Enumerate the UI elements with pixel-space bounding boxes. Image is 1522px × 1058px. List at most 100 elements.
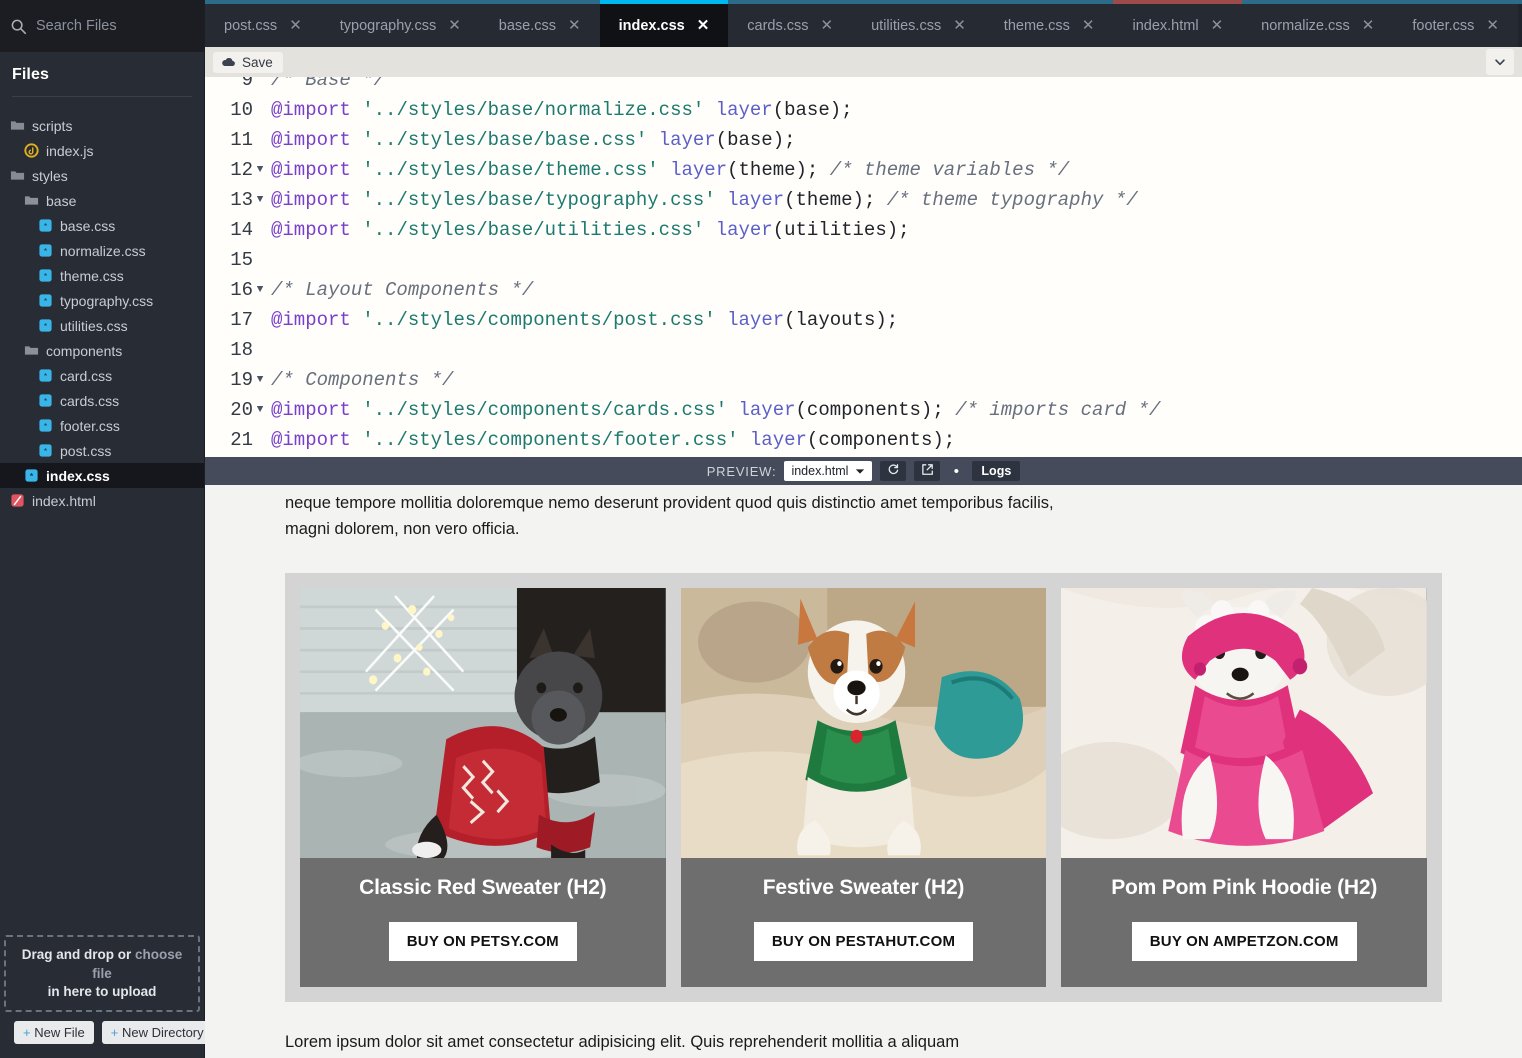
file-tree-item-label: index.html (32, 494, 96, 508)
plus-icon: + (23, 1025, 31, 1040)
close-icon[interactable]: ✕ (1362, 18, 1375, 33)
editor-tab-post-css[interactable]: post.css✕ (205, 0, 321, 47)
line-number: 10 (205, 95, 253, 125)
close-icon[interactable]: ✕ (1082, 18, 1095, 33)
close-icon[interactable]: ✕ (1486, 18, 1499, 33)
close-icon[interactable]: ✕ (697, 18, 710, 33)
editor-tab-utilities-css[interactable]: utilities.css✕ (852, 0, 985, 47)
product-image (681, 588, 1047, 858)
css-file-icon: * (38, 418, 53, 433)
product-card: Classic Red Sweater (H2)BUY ON PETSY.COM (300, 588, 666, 987)
product-card-body: Pom Pom Pink Hoodie (H2) BUY ON AMPETZON.… (1061, 858, 1427, 987)
file-tree-item-card-css[interactable]: *card.css (0, 363, 204, 388)
search-bar[interactable] (0, 0, 204, 52)
file-tree-item-index-html[interactable]: index.html (0, 488, 204, 513)
preview-pane[interactable]: neque tempore mollitia doloremque nemo d… (205, 485, 1522, 1058)
code-line: 14@import '../styles/base/utilities.css'… (205, 215, 1522, 245)
close-icon[interactable]: ✕ (953, 18, 966, 33)
editor-tab-label: theme.css (1004, 18, 1070, 34)
code-editor-app: Files scriptsindex.jsstylesbase*base.css… (0, 0, 1522, 1058)
line-number: 12 (205, 155, 253, 185)
file-tree-item-label: cards.css (60, 394, 119, 408)
preview-refresh-button[interactable] (880, 461, 906, 481)
chevron-down-icon (855, 464, 865, 478)
code-line: 13▼@import '../styles/base/typography.cs… (205, 185, 1522, 215)
file-tree-item-theme-css[interactable]: *theme.css (0, 263, 204, 288)
preview-open-external-button[interactable] (914, 461, 940, 481)
folder-icon (24, 193, 39, 208)
editor-tab-normalize-css[interactable]: normalize.css✕ (1242, 0, 1393, 47)
product-buy-button[interactable]: BUY ON PESTAHUT.COM (754, 922, 973, 961)
file-tree-item-scripts[interactable]: scripts (0, 113, 204, 138)
file-tree-item-base[interactable]: base (0, 188, 204, 213)
file-tree-item-index-css[interactable]: *index.css (0, 463, 204, 488)
file-tree-item-components[interactable]: components (0, 338, 204, 363)
fold-arrow-icon[interactable]: ▼ (253, 395, 267, 425)
line-number: 20 (205, 395, 253, 425)
code-line: 21 @import '../styles/components/footer.c… (205, 425, 1522, 455)
plus-icon: + (111, 1025, 119, 1040)
file-tree-item-label: scripts (32, 119, 72, 133)
close-icon[interactable]: ✕ (821, 18, 834, 33)
close-icon[interactable]: ✕ (1211, 18, 1224, 33)
editor-tab-footer-css[interactable]: footer.css ✕ (1393, 0, 1518, 47)
preview-status-dot: • (948, 463, 964, 480)
fold-arrow-icon[interactable]: ▼ (253, 185, 267, 215)
editor-tab-base-css[interactable]: base.css✕ (480, 0, 600, 47)
file-tree-item-utilities-css[interactable]: *utilities.css (0, 313, 204, 338)
editor-tab-theme-css[interactable]: theme.css ✕ (985, 0, 1114, 47)
file-tree-item-normalize-css[interactable]: *normalize.css (0, 238, 204, 263)
new-directory-button[interactable]: + New Directory (102, 1021, 213, 1044)
css-file-icon: * (38, 218, 53, 233)
save-button[interactable]: Save (213, 52, 283, 73)
file-tree-item-footer-css[interactable]: *footer.css (0, 413, 204, 438)
close-icon[interactable]: ✕ (289, 18, 302, 33)
product-card-body: Festive Sweater (H2)BUY ON PESTAHUT.COM (681, 858, 1047, 987)
file-tree-item-cards-css[interactable]: *cards.css (0, 388, 204, 413)
css-file-icon: * (38, 293, 53, 308)
editor-tab-index-html[interactable]: index.html ✕ (1113, 0, 1242, 47)
product-buy-button[interactable]: BUY ON AMPETZON.COM (1132, 922, 1357, 961)
line-number: 15 (205, 245, 253, 275)
fold-arrow-icon[interactable]: ▼ (253, 155, 267, 185)
line-number: 17 (205, 305, 253, 335)
file-tree-item-label: base.css (60, 219, 115, 233)
file-tree-item-base-css[interactable]: * base.css (0, 213, 204, 238)
preview-logs-button[interactable]: Logs (972, 461, 1020, 481)
refresh-icon (887, 463, 900, 479)
editor-tab-cards-css[interactable]: cards.css✕ (728, 0, 852, 47)
fold-arrow-icon[interactable]: ▼ (253, 275, 267, 305)
code-editor[interactable]: 9/* Base */10@import '../styles/base/nor… (205, 77, 1522, 457)
close-icon[interactable]: ✕ (448, 18, 461, 33)
file-tree-item-label: styles (32, 169, 68, 183)
file-tree-item-post-css[interactable]: *post.css (0, 438, 204, 463)
code-text: @import '../styles/components/footer.css… (267, 425, 955, 455)
code-text: @import '../styles/components/cards.css'… (267, 395, 1160, 425)
line-number: 21 (205, 425, 253, 455)
file-tree-item-typography-css[interactable]: *typography.css (0, 288, 204, 313)
line-number: 13 (205, 185, 253, 215)
product-buy-button[interactable]: BUY ON PETSY.COM (389, 922, 577, 961)
fold-arrow-icon[interactable]: ▼ (253, 365, 267, 395)
file-dropzone[interactable]: Drag and drop or choose file in here to … (4, 935, 200, 1012)
file-tree-item-styles[interactable]: styles (0, 163, 204, 188)
editor-tab-typography-css[interactable]: typography.css✕ (321, 0, 480, 47)
tab-overflow-chevron-down-icon[interactable] (1518, 0, 1522, 47)
close-icon[interactable]: ✕ (568, 18, 581, 33)
file-tree-item-index-js[interactable]: index.js (0, 138, 204, 163)
css-file-icon: * (38, 368, 53, 383)
preview-file-select[interactable]: index.html (784, 461, 872, 481)
product-card-title: Pom Pom Pink Hoodie (H2) (1071, 876, 1417, 900)
editor-tab-label: index.html (1132, 18, 1198, 34)
product-image (300, 588, 666, 858)
search-input[interactable] (36, 18, 194, 34)
editor-tab-index-css[interactable]: index.css✕ (600, 0, 729, 47)
editor-tab-label: footer.css (1412, 18, 1474, 34)
toolbar-overflow-chevron-down-icon[interactable] (1486, 49, 1514, 75)
editor-tab-strip: post.css✕typography.css✕base.css✕index.c… (205, 0, 1522, 47)
preview-scrollbar[interactable] (1515, 485, 1522, 1058)
product-image (1061, 588, 1427, 858)
code-line: 20▼@import '../styles/components/cards.c… (205, 395, 1522, 425)
new-file-button[interactable]: + New File (14, 1021, 94, 1044)
code-line: 11@import '../styles/base/base.css' laye… (205, 125, 1522, 155)
